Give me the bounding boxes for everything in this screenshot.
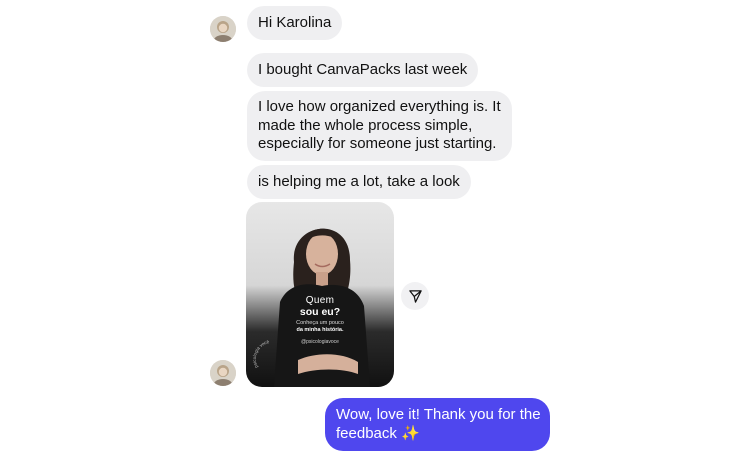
chat-thread: Hi Karolina I bought CanvaPacks last wee… <box>0 0 750 458</box>
post-arc-label: psicologia você <box>252 339 270 369</box>
post-subtitle: Conheça um pouco <box>296 320 344 326</box>
message-text-line: feedback ✨ <box>336 424 420 442</box>
message-bubble[interactable]: is helping me a lot, take a look <box>247 165 471 199</box>
share-post-button[interactable] <box>401 282 429 310</box>
message-text: Hi Karolina <box>258 14 332 31</box>
message-bubble[interactable]: Hi Karolina <box>247 6 343 40</box>
message-text: I bought CanvaPacks last week <box>258 61 468 78</box>
outgoing-message-bubble[interactable]: Wow, love it! Thank you for the feedback… <box>325 398 550 451</box>
paper-plane-icon <box>408 289 422 303</box>
message-text-line: Wow, love it! Thank you for the <box>336 406 541 423</box>
post-title-bold: sou eu? <box>299 306 341 318</box>
post-subtitle-bold: da minha história. <box>296 327 344 333</box>
post-title: Quem <box>305 295 335 306</box>
message-bubble[interactable]: I bought CanvaPacks last week <box>247 53 479 87</box>
svg-text:psicologia você: psicologia você <box>252 339 270 369</box>
shared-post-card[interactable]: Quem sou eu? Conheça um pouco da minha h… <box>246 202 394 387</box>
message-text-line: I love how organized everything is. It <box>258 98 501 115</box>
sender-avatar[interactable] <box>210 16 236 42</box>
message-text-line: made the whole process simple, <box>258 116 473 134</box>
message-bubble[interactable]: I love how organized everything is. It m… <box>247 91 512 161</box>
message-text: is helping me a lot, take a look <box>258 173 460 190</box>
message-text-line: especially for someone just starting. <box>258 135 497 152</box>
post-arc-text: psicologia você <box>252 339 270 369</box>
sender-avatar[interactable] <box>210 360 236 386</box>
